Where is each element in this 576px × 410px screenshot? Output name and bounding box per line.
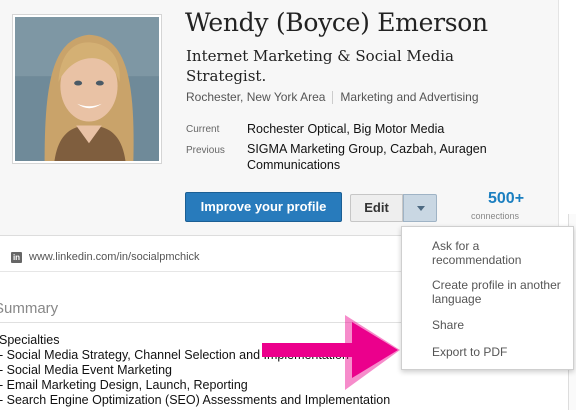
linkedin-icon: in [11,252,22,263]
menu-item-export-pdf[interactable]: Export to PDF [432,345,572,359]
profile-photo-image [15,17,159,161]
previous-value[interactable]: SIGMA Marketing Group, Cazbah, Auragen C… [247,141,537,173]
profile-industry[interactable]: Marketing and Advertising [340,90,478,104]
profile-location[interactable]: Rochester, New York Area [186,90,325,104]
summary-line: - Social Media Strategy, Channel Selecti… [0,348,349,362]
edit-dropdown-toggle[interactable] [403,194,437,222]
profile-meta: Rochester, New York Area Marketing and Ad… [186,90,479,105]
profile-name: Wendy (Boyce) Emerson [185,8,488,37]
public-profile-url: in www.linkedin.com/in/socialpmchick [0,244,440,272]
menu-item-share[interactable]: Share [432,318,572,332]
chevron-down-icon [417,206,425,211]
summary-heading: Summary [0,300,59,317]
menu-item-ask-recommendation[interactable]: Ask for a recommendation [432,239,572,267]
current-label: Current [186,124,220,135]
previous-label: Previous [186,145,225,156]
summary-line: - Search Engine Optimization (SEO) Asses… [0,393,391,407]
connections-count[interactable]: 500+ [488,190,524,208]
profile-url-link[interactable]: www.linkedin.com/in/socialpmchick [29,251,200,263]
profile-headline: Internet Marketing & Social Media Strate… [186,47,455,85]
summary-divider [0,322,440,323]
summary-line: Specialties [0,333,60,347]
summary-line: - Email Marketing Design, Launch, Report… [0,378,248,392]
improve-profile-button[interactable]: Improve your profile [185,192,342,222]
connections-label: connections [471,211,520,221]
meta-divider [332,91,334,105]
edit-button[interactable]: Edit [350,194,403,222]
summary-line: - Social Media Event Marketing [0,363,172,377]
profile-card: Wendy (Boyce) Emerson Internet Marketing… [0,0,559,236]
menu-item-create-profile-language[interactable]: Create profile in another language [432,278,572,306]
profile-photo[interactable] [12,14,162,164]
edit-dropdown-menu: Ask for a recommendation Create profile … [401,226,574,370]
current-value[interactable]: Rochester Optical, Big Motor Media [247,121,537,137]
summary-text: Specialties - Social Media Strategy, Cha… [0,333,390,408]
